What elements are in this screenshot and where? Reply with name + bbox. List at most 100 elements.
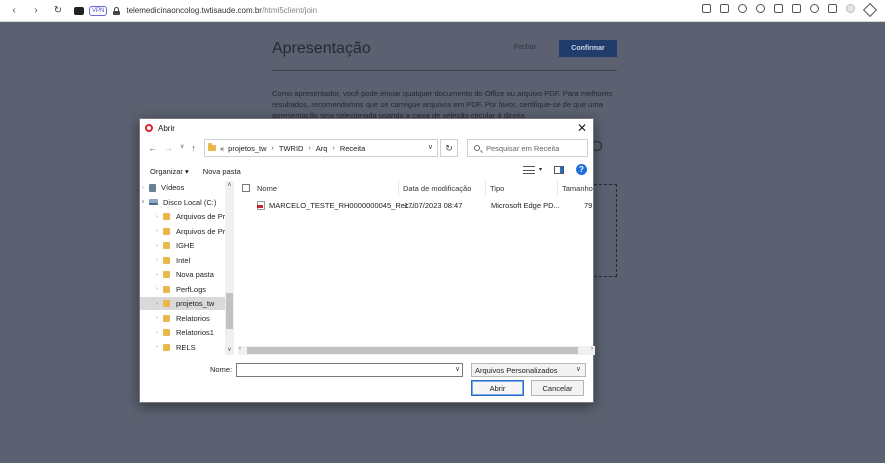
- nav-item-folder[interactable]: › Intel: [140, 254, 226, 267]
- nav-item-folder[interactable]: › Arquivos de Pr: [140, 225, 226, 238]
- browser-nav: ‹ › ↻: [0, 5, 64, 16]
- new-folder-button[interactable]: Nova pasta: [203, 167, 241, 176]
- nav-item-videos[interactable]: › Vídeos: [140, 181, 226, 194]
- folder-icon: [208, 143, 216, 151]
- scroll-down-icon[interactable]: ∨: [225, 346, 234, 355]
- opera-icon: [145, 124, 153, 132]
- nav-item-folder[interactable]: › PerfLogs: [140, 283, 226, 296]
- preview-pane-icon[interactable]: [554, 165, 564, 174]
- nav-item-folder[interactable]: › Relatorios: [140, 312, 226, 325]
- easy-setup-icon[interactable]: [828, 4, 837, 13]
- expand-icon[interactable]: ›: [154, 272, 160, 278]
- help-icon[interactable]: ?: [576, 164, 587, 175]
- file-size: 79: [584, 201, 593, 210]
- nav-item-folder[interactable]: › Nova pasta: [140, 268, 226, 281]
- send-icon[interactable]: [756, 4, 765, 13]
- scroll-left-icon[interactable]: ‹: [239, 346, 241, 352]
- scroll-up-icon[interactable]: ∧: [225, 181, 234, 190]
- nav-item-folder[interactable]: › RELS: [140, 341, 226, 354]
- chevron-down-icon[interactable]: ∨: [455, 365, 460, 373]
- expand-icon[interactable]: ›: [154, 315, 160, 321]
- recent-dropdown-icon[interactable]: ∨: [180, 143, 184, 153]
- breadcrumb-item-twrid[interactable]: TWRID: [279, 144, 304, 153]
- breadcrumb-prefix: «: [220, 143, 225, 153]
- breadcrumb[interactable]: « projetos_tw › TWRID › Arq › Receita ∨: [204, 139, 438, 157]
- organize-button[interactable]: Organizar ▾: [150, 167, 189, 176]
- expand-icon[interactable]: ›: [154, 330, 160, 336]
- view-button[interactable]: ▾: [522, 165, 542, 174]
- expand-icon[interactable]: ›: [154, 286, 160, 292]
- search-input[interactable]: Pesquisar em Receita: [467, 139, 588, 157]
- filename-label: Nome:: [210, 365, 233, 374]
- profile-icon[interactable]: [846, 4, 855, 13]
- expand-icon[interactable]: ›: [154, 344, 160, 350]
- expand-icon[interactable]: ›: [154, 257, 160, 263]
- nav-item-local-disk[interactable]: ∨ Disco Local (C:): [140, 196, 226, 209]
- expand-icon[interactable]: ›: [154, 214, 160, 220]
- column-divider[interactable]: [398, 181, 399, 195]
- column-divider[interactable]: [557, 181, 558, 195]
- table-row[interactable]: MARCELO_TESTE_RH0000000045_Rec... 17/07/…: [238, 199, 595, 213]
- expand-icon[interactable]: ›: [154, 301, 160, 307]
- player-icon[interactable]: [738, 4, 747, 13]
- nav-item-folder[interactable]: › Relatorios1: [140, 326, 226, 339]
- browser-toolbar: ‹ › ↻ VPN telemedicinaoncolog.twtisaude.…: [0, 0, 885, 22]
- expand-icon[interactable]: ›: [154, 243, 160, 249]
- upload-instructions: Como apresentador, você pode enviar qual…: [272, 89, 613, 120]
- breadcrumb-item-arq[interactable]: Arq: [316, 144, 328, 153]
- scroll-right-icon[interactable]: ›: [591, 346, 593, 352]
- camera-icon[interactable]: [74, 6, 84, 15]
- select-all-checkbox[interactable]: [242, 184, 250, 192]
- nav-item-folder[interactable]: › IGHE: [140, 239, 226, 252]
- nav-item-projetos-tw[interactable]: › projetos_tw: [140, 297, 226, 310]
- refresh-icon[interactable]: ↻: [440, 139, 458, 157]
- back-icon[interactable]: ‹: [8, 5, 20, 16]
- forward-arrow-icon[interactable]: →: [164, 143, 173, 153]
- chevron-right-icon[interactable]: ›: [272, 145, 274, 152]
- expand-icon[interactable]: ∨: [140, 199, 146, 205]
- reload-icon[interactable]: ↻: [52, 5, 64, 16]
- snapshot-icon[interactable]: [720, 4, 729, 13]
- close-icon[interactable]: ✕: [577, 121, 587, 135]
- column-header-size[interactable]: Tamanho: [562, 181, 593, 195]
- chevron-down-icon[interactable]: ∨: [428, 143, 433, 151]
- vpn-badge[interactable]: VPN: [89, 5, 108, 16]
- folder-icon: [163, 314, 170, 322]
- column-header-name[interactable]: Nome: [257, 181, 277, 195]
- extensions-icon[interactable]: [864, 4, 873, 13]
- nav-item-folder[interactable]: › Arquivos de Pr: [140, 210, 226, 223]
- cancel-button[interactable]: Cancelar: [531, 380, 584, 396]
- back-arrow-icon[interactable]: ←: [148, 143, 157, 153]
- download-icon[interactable]: [810, 4, 819, 13]
- filename-input[interactable]: [236, 363, 463, 377]
- up-arrow-icon[interactable]: ↑: [191, 143, 196, 153]
- open-button[interactable]: Abrir: [471, 380, 524, 396]
- battery-saver-icon[interactable]: [792, 4, 801, 13]
- favorites-icon[interactable]: [774, 4, 783, 13]
- address-row: ← → ∨ ↑ « projetos_tw › TWRID › Arq › Re…: [140, 139, 595, 157]
- scrollbar-thumb[interactable]: [247, 347, 578, 354]
- chevron-right-icon[interactable]: ›: [308, 145, 310, 152]
- expand-icon[interactable]: ›: [154, 228, 160, 234]
- horizontal-scrollbar[interactable]: ‹ ›: [238, 346, 595, 355]
- file-type-select[interactable]: Arquivos Personalizados ∨: [471, 363, 586, 377]
- column-header-type[interactable]: Tipo: [490, 181, 504, 195]
- video-icon: [149, 183, 156, 192]
- expand-icon[interactable]: ›: [140, 185, 146, 191]
- breadcrumb-item-receita[interactable]: Receita: [340, 144, 365, 153]
- breadcrumb-item-projetos[interactable]: projetos_tw: [228, 144, 266, 153]
- column-header-date[interactable]: Data de modificação: [403, 181, 471, 195]
- edit-icon[interactable]: [702, 4, 711, 13]
- folder-icon: [163, 343, 170, 351]
- scrollbar-thumb[interactable]: [226, 293, 233, 329]
- column-divider[interactable]: [485, 181, 486, 195]
- lock-icon[interactable]: [113, 6, 121, 15]
- confirm-button[interactable]: Confirmar: [559, 40, 617, 57]
- chevron-right-icon[interactable]: ›: [332, 145, 334, 152]
- dropzone[interactable]: [594, 184, 617, 277]
- address-bar[interactable]: telemedicinaoncolog.twtisaude.com.br/htm…: [126, 6, 317, 15]
- close-button[interactable]: Fechar: [514, 44, 536, 51]
- forward-icon[interactable]: ›: [30, 5, 42, 16]
- nav-scrollbar[interactable]: ∧ ∨: [225, 181, 234, 355]
- pdf-file-icon: [257, 201, 265, 210]
